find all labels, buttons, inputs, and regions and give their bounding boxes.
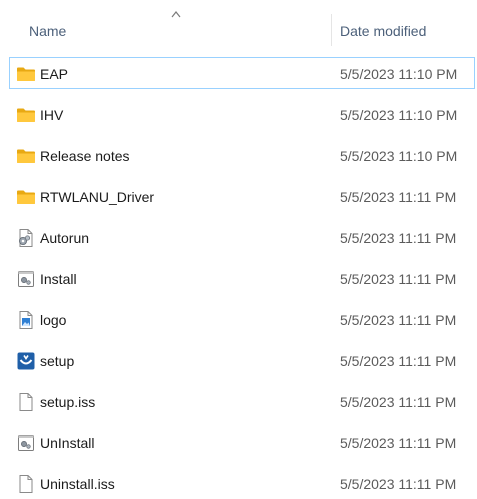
file-name: Release notes xyxy=(40,148,130,164)
file-row-install[interactable]: Install 5/5/2023 11:11 PM xyxy=(9,262,475,294)
blank-file-icon xyxy=(19,393,33,411)
installer-app-icon xyxy=(17,352,35,370)
column-header-bar: Name Date modified xyxy=(0,0,477,46)
column-header-name[interactable]: Name xyxy=(29,22,66,40)
file-name: IHV xyxy=(40,107,64,123)
file-row-rtwlanu-driver[interactable]: RTWLANU_Driver 5/5/2023 11:11 PM xyxy=(9,180,475,212)
file-date-modified: 5/5/2023 11:11 PM xyxy=(340,353,457,369)
file-name: Uninstall.iss xyxy=(40,476,115,492)
file-name: UnInstall xyxy=(40,435,95,451)
file-date-modified: 5/5/2023 11:11 PM xyxy=(340,189,457,205)
file-date-modified: 5/5/2023 11:11 PM xyxy=(340,230,457,246)
file-name: logo xyxy=(40,312,67,328)
file-name: EAP xyxy=(40,66,69,82)
batch-file-icon xyxy=(18,271,34,287)
file-row-uninstall-iss[interactable]: Uninstall.iss 5/5/2023 11:11 PM xyxy=(9,467,475,499)
blank-file-icon xyxy=(19,475,33,493)
batch-file-icon xyxy=(18,435,34,451)
folder-icon xyxy=(17,190,35,204)
file-row-eap[interactable]: EAP 5/5/2023 11:10 PM xyxy=(9,57,475,89)
file-name: setup xyxy=(40,353,75,369)
file-row-uninstall[interactable]: UnInstall 5/5/2023 11:11 PM xyxy=(9,426,475,458)
file-row-setup[interactable]: setup 5/5/2023 11:11 PM xyxy=(9,344,475,376)
file-date-modified: 5/5/2023 11:10 PM xyxy=(340,107,458,123)
file-date-modified: 5/5/2023 11:11 PM xyxy=(340,435,457,451)
file-date-modified: 5/5/2023 11:11 PM xyxy=(340,394,457,410)
image-file-icon xyxy=(19,311,33,329)
file-name: setup.iss xyxy=(40,394,96,410)
column-divider[interactable] xyxy=(331,14,332,46)
file-row-setup-iss[interactable]: setup.iss 5/5/2023 11:11 PM xyxy=(9,385,475,417)
file-explorer-list: Name Date modified EAP 5/5/2023 11:10 PM… xyxy=(0,0,477,499)
settings-file-icon xyxy=(19,229,33,247)
file-row-autorun[interactable]: Autorun 5/5/2023 11:11 PM xyxy=(9,221,475,253)
file-date-modified: 5/5/2023 11:10 PM xyxy=(340,66,458,82)
file-row-release-notes[interactable]: Release notes 5/5/2023 11:10 PM xyxy=(9,139,475,171)
folder-icon xyxy=(17,108,35,122)
file-name: Autorun xyxy=(40,230,90,246)
file-name: Install xyxy=(40,271,77,287)
file-date-modified: 5/5/2023 11:11 PM xyxy=(340,271,457,287)
folder-icon xyxy=(17,67,35,81)
folder-icon xyxy=(17,149,35,163)
column-header-date-modified[interactable]: Date modified xyxy=(340,22,426,40)
file-name: RTWLANU_Driver xyxy=(40,189,155,205)
file-row-ihv[interactable]: IHV 5/5/2023 11:10 PM xyxy=(9,98,475,130)
file-row-logo[interactable]: logo 5/5/2023 11:11 PM xyxy=(9,303,475,335)
file-date-modified: 5/5/2023 11:11 PM xyxy=(340,476,457,492)
sort-ascending-icon xyxy=(171,11,181,18)
file-date-modified: 5/5/2023 11:11 PM xyxy=(340,312,457,328)
file-date-modified: 5/5/2023 11:10 PM xyxy=(340,148,458,164)
